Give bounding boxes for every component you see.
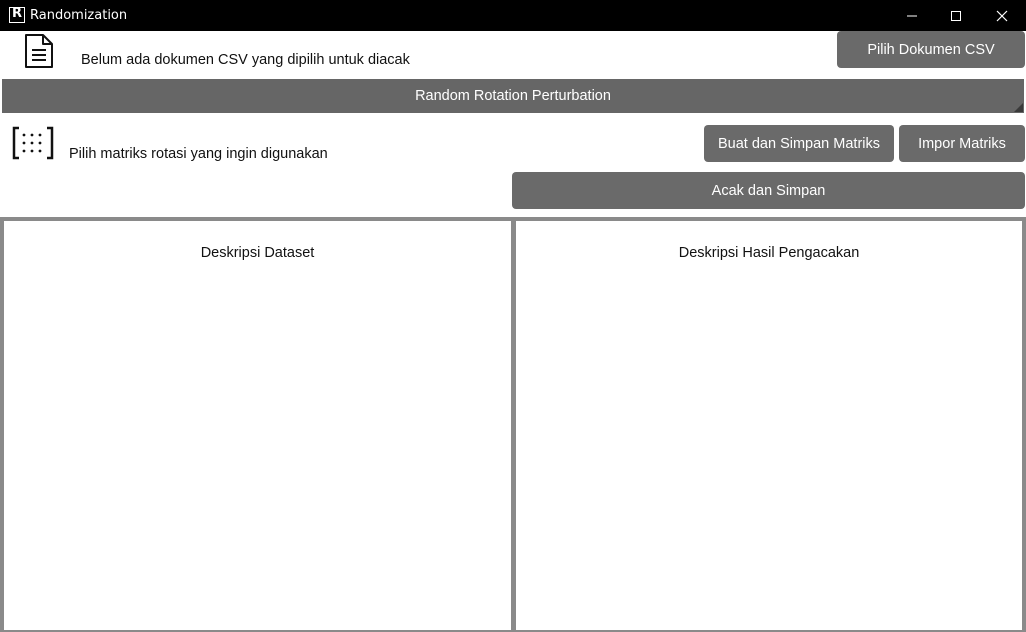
dataset-description-title: Deskripsi Dataset (200, 245, 315, 261)
title-bar: R Randomization (0, 0, 1026, 31)
document-status-text: Belum ada dokumen CSV yang dipilih untuk… (81, 52, 410, 68)
document-icon (25, 34, 53, 68)
result-description-title: Deskripsi Hasil Pengacakan (678, 245, 860, 261)
maximize-button[interactable] (933, 0, 979, 31)
shuffle-save-button[interactable]: Acak dan Simpan (512, 172, 1025, 209)
pick-csv-button[interactable]: Pilih Dokumen CSV (837, 31, 1025, 68)
app-logo-icon: R (9, 6, 25, 23)
minimize-icon (907, 15, 917, 16)
result-description-panel: Deskripsi Hasil Pengacakan (516, 221, 1022, 630)
section-header: Random Rotation Perturbation (2, 79, 1024, 113)
create-save-matrix-button[interactable]: Buat dan Simpan Matriks (704, 125, 894, 162)
app-logo-letter: R (12, 6, 23, 21)
close-icon (996, 10, 1008, 21)
matrix-icon (12, 126, 54, 160)
matrix-prompt-text: Pilih matriks rotasi yang ingin digunaka… (69, 146, 328, 162)
section-title: Random Rotation Perturbation (415, 88, 611, 104)
resize-grip-icon (1014, 103, 1023, 112)
maximize-icon (951, 10, 961, 21)
close-button[interactable] (979, 0, 1025, 31)
window-title: Randomization (30, 8, 128, 23)
dataset-description-panel: Deskripsi Dataset (4, 221, 511, 630)
minimize-button[interactable] (889, 0, 935, 31)
import-matrix-button[interactable]: Impor Matriks (899, 125, 1025, 162)
description-panels: Deskripsi Dataset Deskripsi Hasil Pengac… (0, 217, 1026, 632)
